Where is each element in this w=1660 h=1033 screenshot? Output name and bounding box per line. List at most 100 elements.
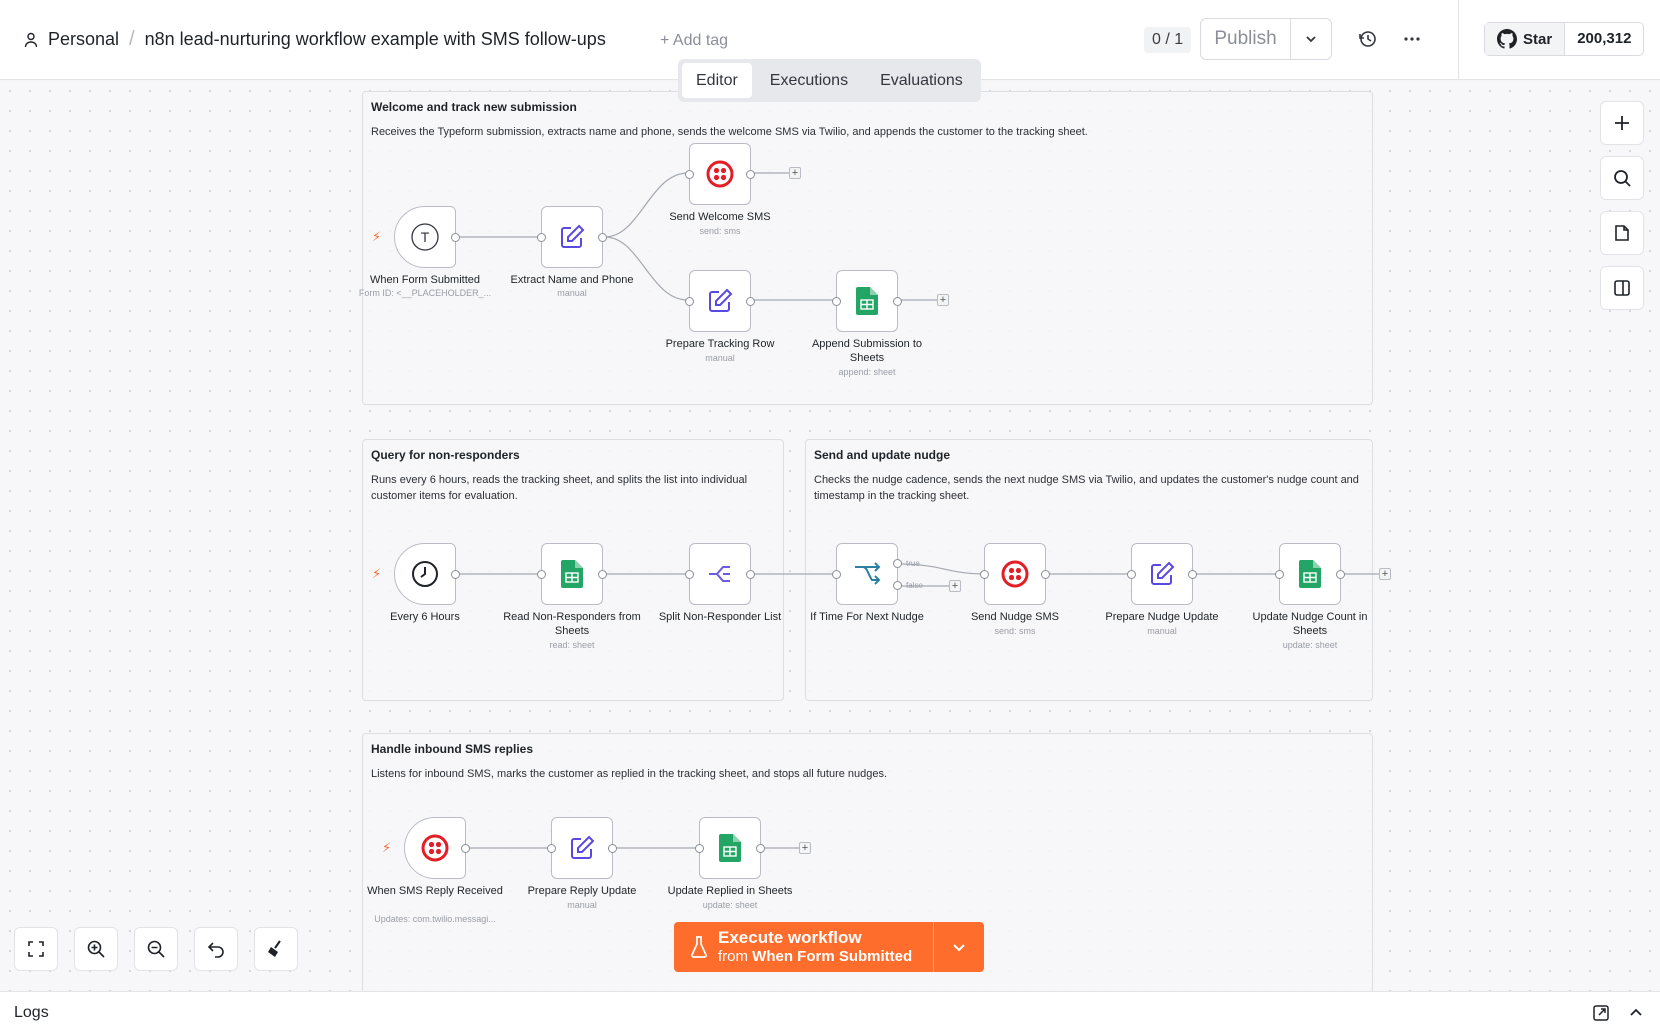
- output-port[interactable]: [746, 570, 755, 579]
- input-port[interactable]: [832, 570, 841, 579]
- sticky-note-icon: [1615, 225, 1629, 241]
- flask-icon: [691, 936, 707, 958]
- edit-icon: [571, 835, 595, 859]
- node-extract-name-phone[interactable]: [537, 206, 607, 268]
- output-port[interactable]: [1188, 570, 1197, 579]
- input-port[interactable]: [685, 297, 694, 306]
- github-icon: [1497, 29, 1517, 49]
- add-node-button[interactable]: +: [799, 842, 811, 854]
- node-read-non-responders[interactable]: [537, 543, 607, 605]
- add-node-panel-button[interactable]: [1600, 101, 1644, 145]
- history-icon[interactable]: [1356, 27, 1380, 51]
- execute-workflow-button[interactable]: Execute workflow from When Form Submitte…: [674, 922, 934, 972]
- node-send-nudge-sms[interactable]: [980, 543, 1050, 605]
- execute-label: Execute workflow: [718, 928, 862, 947]
- add-sticky-note-button[interactable]: [1600, 211, 1644, 255]
- output-port[interactable]: [598, 233, 607, 242]
- node-if-time-next-nudge[interactable]: [832, 543, 902, 605]
- input-port[interactable]: [980, 570, 989, 579]
- breadcrumb-separator: /: [129, 28, 135, 50]
- publish-button[interactable]: Publish: [1201, 19, 1291, 59]
- github-star-widget[interactable]: Star 200,312: [1484, 22, 1645, 56]
- input-port[interactable]: [537, 570, 546, 579]
- add-node-button[interactable]: +: [1379, 568, 1391, 580]
- node-subtitle: send: sms: [699, 226, 741, 236]
- breadcrumb-project[interactable]: Personal: [48, 29, 119, 50]
- output-port[interactable]: [1336, 570, 1345, 579]
- github-star-button[interactable]: Star: [1485, 23, 1566, 55]
- more-options-icon[interactable]: [1400, 27, 1424, 51]
- node-prepare-tracking-row[interactable]: [685, 270, 755, 332]
- tidy-up-button[interactable]: [254, 927, 298, 971]
- output-port[interactable]: [746, 297, 755, 306]
- zoom-in-button[interactable]: [74, 927, 118, 971]
- node-subtitle: read: sheet: [549, 640, 595, 650]
- output-port[interactable]: [451, 233, 460, 242]
- branch-false-label: false: [906, 581, 923, 590]
- output-port[interactable]: [451, 570, 460, 579]
- node-every-6-hours[interactable]: [394, 543, 460, 605]
- output-port-false[interactable]: [893, 581, 902, 590]
- publish-button-group[interactable]: Publish: [1200, 18, 1332, 60]
- twilio-icon: [1001, 560, 1029, 588]
- input-port[interactable]: [685, 170, 694, 179]
- popout-icon[interactable]: [1592, 1004, 1610, 1022]
- node-when-sms-reply[interactable]: [404, 817, 470, 879]
- node-split-non-responder[interactable]: [685, 543, 755, 605]
- output-port-true[interactable]: [893, 559, 902, 568]
- sheets-icon: [1299, 560, 1321, 588]
- node-label: Every 6 Hours: [390, 611, 460, 623]
- node-label: When Form Submitted: [369, 274, 481, 286]
- node-label: Prepare Nudge Update: [1105, 611, 1219, 623]
- node-prepare-reply-update[interactable]: [547, 817, 617, 879]
- workflow-title[interactable]: n8n lead-nurturing workflow example with…: [145, 29, 606, 50]
- node-send-welcome-sms[interactable]: [685, 143, 755, 205]
- output-port[interactable]: [756, 844, 765, 853]
- output-port[interactable]: [893, 297, 902, 306]
- input-port[interactable]: [1127, 570, 1136, 579]
- search-nodes-button[interactable]: [1600, 156, 1644, 200]
- execute-trigger-dropdown[interactable]: [934, 922, 984, 972]
- tab-executions[interactable]: Executions: [756, 63, 862, 98]
- output-port[interactable]: [461, 844, 470, 853]
- node-label: Extract Name and Phone: [510, 274, 634, 286]
- node-when-form-submitted[interactable]: T: [394, 206, 460, 268]
- output-port[interactable]: [598, 570, 607, 579]
- tab-editor[interactable]: Editor: [682, 63, 752, 98]
- zoom-out-button[interactable]: [134, 927, 178, 971]
- node-label: Prepare Reply Update: [527, 885, 637, 897]
- edit-icon: [561, 224, 585, 248]
- typeform-icon: T: [411, 223, 439, 251]
- input-port[interactable]: [685, 570, 694, 579]
- toggle-panel-button[interactable]: [1600, 266, 1644, 310]
- publish-dropdown[interactable]: [1291, 19, 1331, 59]
- input-port[interactable]: [832, 297, 841, 306]
- twilio-icon: [706, 160, 734, 188]
- zoom-in-icon: [87, 940, 105, 958]
- output-port[interactable]: [1041, 570, 1050, 579]
- chevron-up-icon[interactable]: [1628, 1005, 1644, 1021]
- output-port[interactable]: [608, 844, 617, 853]
- add-tag-button[interactable]: + Add tag: [660, 32, 728, 50]
- input-port[interactable]: [547, 844, 556, 853]
- fit-view-button[interactable]: [14, 927, 58, 971]
- node-label: When SMS Reply Received: [367, 885, 503, 897]
- add-node-button[interactable]: +: [949, 580, 961, 592]
- tab-evaluations[interactable]: Evaluations: [866, 63, 977, 98]
- workflow-canvas[interactable]: Welcome and track new submission Receive…: [0, 81, 1660, 1033]
- node-update-replied-sheets[interactable]: [695, 817, 765, 879]
- execute-workflow-group[interactable]: Execute workflow from When Form Submitte…: [674, 922, 984, 972]
- node-append-submission-sheets[interactable]: [832, 270, 902, 332]
- person-icon: [24, 32, 38, 47]
- output-port[interactable]: [746, 170, 755, 179]
- node-prepare-nudge-update[interactable]: [1127, 543, 1197, 605]
- add-node-button[interactable]: +: [937, 294, 949, 306]
- input-port[interactable]: [695, 844, 704, 853]
- branch-true-label: true: [906, 559, 920, 568]
- logs-panel-bar[interactable]: Logs: [0, 991, 1660, 1033]
- node-update-nudge-count[interactable]: [1275, 543, 1345, 605]
- input-port[interactable]: [537, 233, 546, 242]
- input-port[interactable]: [1275, 570, 1284, 579]
- add-node-button[interactable]: +: [789, 167, 801, 179]
- undo-button[interactable]: [194, 927, 238, 971]
